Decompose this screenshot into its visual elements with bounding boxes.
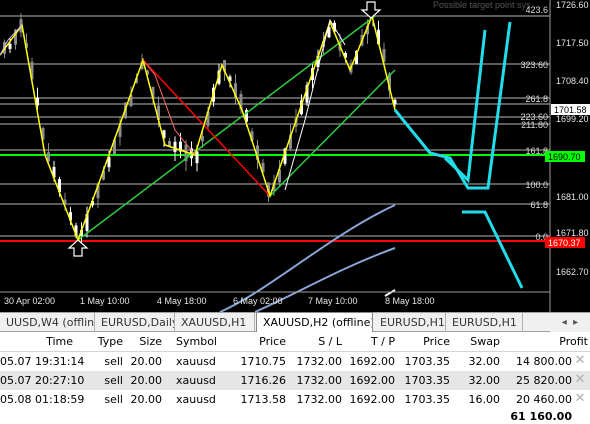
chart-tabs: UUSD,W4 (offline) EURUSD,Daily XAUUSD,H1… [0, 312, 590, 332]
col-profit[interactable]: Profit [500, 332, 588, 351]
fib-lines [0, 15, 550, 237]
close-order-icon[interactable]: ✕ [574, 392, 586, 406]
order-type: sell [104, 355, 123, 368]
tab-uusd-w4[interactable]: UUSD,W4 (offline) [0, 313, 95, 332]
time-tick: 6 May 02:00 [233, 296, 283, 306]
col-swap[interactable]: Swap [450, 332, 500, 351]
tab-eurusd-h1-2[interactable]: EURUSD,H1 [446, 313, 523, 332]
trend-line-down[interactable] [142, 59, 271, 197]
order-swap: 32.00 [468, 355, 501, 368]
time-tick: 8 May 18:00 [385, 296, 435, 306]
order-profit: 25 820.00 [516, 374, 572, 387]
price-tick: 1662.70 [556, 267, 589, 277]
col-type[interactable]: Type [73, 332, 123, 351]
col-tp[interactable]: T / P [342, 332, 395, 351]
order-time: 05.07 19:31:14 [0, 355, 85, 368]
close-order-icon[interactable]: ✕ [574, 354, 586, 368]
col-price[interactable]: Price [232, 332, 286, 351]
price-tick: 1671.80 [556, 228, 589, 238]
orders-header: Time Type Size Symbol Price S / L T / P … [0, 332, 590, 352]
candle-body [201, 136, 204, 142]
col-symbol[interactable]: Symbol [176, 332, 236, 351]
fib-label-100: 100.0 [525, 180, 548, 190]
fib-label-423: 423.6 [525, 5, 548, 15]
order-symbol: xauusd [176, 355, 216, 368]
close-order-icon[interactable]: ✕ [574, 373, 586, 387]
projection-branch-2 [462, 210, 524, 289]
tab-scroll: ◂ ▸ [550, 313, 590, 332]
table-row[interactable]: 05.07 20:27:10 sell 20.00 xauusd 1716.26… [0, 371, 590, 390]
price-tick: 1717.50 [556, 38, 589, 48]
col-cur-price[interactable]: Price [395, 332, 450, 351]
candle-body [8, 43, 12, 49]
col-size[interactable]: Size [123, 332, 162, 351]
triangle-left-icon[interactable]: ◂ [562, 317, 567, 328]
price-tick: 1708.40 [556, 76, 589, 86]
tab-xauusd-h1[interactable]: XAUUSD,H1 [175, 313, 255, 332]
terminal-window: Possible target point sys 423.6 323.60 2… [0, 0, 590, 424]
chart-canvas[interactable]: Possible target point sys 423.6 323.60 2… [0, 0, 590, 312]
current-price-label: 1701.58 [554, 105, 587, 115]
total-profit: 61 160.00 [510, 410, 572, 423]
tab-xauusd-h2[interactable]: XAUUSD,H2 (offline) [256, 312, 373, 332]
tab-eurusd-daily[interactable]: EURUSD,Daily [95, 313, 175, 332]
trend-line-up[interactable] [77, 15, 376, 241]
order-size: 20.00 [130, 374, 163, 387]
up-arrow-icon [67, 239, 89, 257]
candle-body [173, 141, 177, 152]
fib-label-61: 61.8 [530, 200, 548, 210]
fib-label-161: 161.8 [525, 146, 548, 156]
order-size: 20.00 [130, 355, 163, 368]
order-tp: 1692.00 [349, 374, 396, 387]
order-swap: 32.00 [468, 374, 501, 387]
order-cur-price: 1703.35 [404, 355, 451, 368]
fib-label-211: 211.80 [521, 120, 548, 130]
order-sl: 1732.00 [296, 355, 343, 368]
table-row[interactable]: 05.07 19:31:14 sell 20.00 xauusd 1710.75… [0, 352, 590, 371]
order-price: 1716.26 [240, 374, 287, 387]
order-tp: 1692.00 [349, 355, 396, 368]
order-profit: 14 800.00 [516, 355, 572, 368]
order-cur-price: 1703.35 [404, 374, 451, 387]
order-symbol: xauusd [176, 374, 216, 387]
price-chart[interactable]: Possible target point sys 423.6 323.60 2… [0, 0, 590, 312]
price-tick: 1699.20 [556, 114, 589, 124]
zigzag-line [0, 13, 396, 243]
col-sl[interactable]: S / L [286, 332, 342, 351]
price-tick: 1681.00 [556, 192, 589, 202]
triangle-right-icon[interactable]: ▸ [573, 317, 578, 328]
order-time: 05.07 20:27:10 [0, 374, 85, 387]
total-row: 61 160.00 [0, 407, 590, 424]
price-tick: 1726.60 [556, 0, 589, 10]
time-tick: 30 Apr 02:00 [4, 296, 55, 306]
fib-label-261: 261.8 [525, 94, 548, 104]
time-tick: 1 May 10:00 [80, 296, 130, 306]
red-level-label: 1670.37 [548, 238, 581, 248]
green-level-label: 1690.70 [548, 152, 581, 162]
fib-label-323: 323.60 [520, 60, 548, 70]
time-tick: 7 May 10:00 [308, 296, 358, 306]
tab-eurusd-h1[interactable]: EURUSD,H1 [374, 313, 446, 332]
order-sl: 1732.00 [296, 374, 343, 387]
candle-body [168, 141, 171, 146]
time-tick: 4 May 18:00 [157, 296, 207, 306]
watermark: Possible target point sys [433, 0, 531, 10]
order-price: 1710.75 [240, 355, 287, 368]
order-type: sell [104, 374, 123, 387]
col-time[interactable]: Time [0, 332, 73, 351]
